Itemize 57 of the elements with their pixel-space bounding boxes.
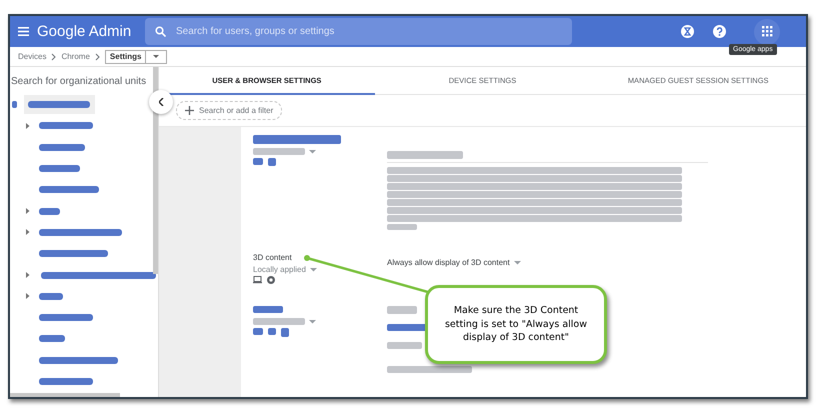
expand-arrow-icon[interactable] [26, 122, 30, 129]
timer-icon[interactable] [681, 25, 694, 38]
callout-note: Make sure the 3D Content setting is set to "Always allow display of 3D content" [425, 285, 607, 364]
setting-status[interactable]: Locally applied [253, 265, 306, 274]
redaction-bar [39, 292, 63, 300]
expand-arrow-icon[interactable] [26, 293, 30, 300]
redaction-bar [39, 165, 80, 172]
add-filter-button[interactable]: Search or add a filter [176, 101, 282, 120]
redaction-bar [253, 318, 305, 325]
redaction-bar [39, 208, 60, 215]
laptop-icon [253, 276, 262, 284]
redaction-bar [387, 224, 417, 230]
plus-icon [185, 106, 194, 115]
redaction-bar [253, 328, 263, 335]
caret-icon [309, 320, 316, 324]
expand-arrow-icon[interactable] [26, 272, 30, 278]
help-icon[interactable] [713, 25, 726, 38]
grid-icon [762, 26, 772, 37]
setting-dropdown[interactable]: Always allow display of 3D content [387, 258, 521, 267]
redaction-bar [253, 158, 263, 165]
redaction-bar [39, 144, 85, 151]
redaction-bar [39, 250, 108, 258]
redaction-bar [39, 314, 93, 322]
chevron-left-icon [158, 98, 164, 106]
redaction-bar [39, 335, 65, 342]
redaction-bar [28, 101, 90, 108]
breadcrumb-dropdown[interactable]: Settings [104, 50, 168, 64]
redaction-bar [387, 324, 427, 331]
expand-arrow-icon[interactable] [26, 208, 30, 214]
setting-name: 3D content [253, 253, 292, 262]
chevron-right-icon [94, 52, 100, 60]
search-field[interactable]: Search for users, groups or settings [145, 18, 572, 45]
breadcrumb-link[interactable]: Devices [18, 52, 46, 61]
redaction-bar [268, 158, 276, 166]
caret-icon [310, 268, 317, 272]
app-logo[interactable]: Google Admin [37, 23, 137, 40]
menu-icon[interactable] [18, 26, 29, 37]
redaction-bar [39, 378, 93, 385]
apps-button[interactable] [754, 18, 780, 44]
redaction-bar [39, 186, 99, 194]
chevron-right-icon [51, 52, 56, 60]
redaction-bar [281, 328, 289, 337]
caret-icon [514, 260, 521, 264]
scrollbar[interactable] [153, 67, 158, 274]
redaction-bar [387, 342, 422, 349]
unit-marker [12, 101, 17, 108]
redaction-bar [253, 148, 305, 155]
redaction-bar [387, 306, 417, 314]
caret-icon [309, 150, 316, 154]
redaction-bar [253, 306, 283, 313]
scrollbar[interactable] [10, 393, 120, 397]
breadcrumb-link[interactable]: Chrome [61, 52, 90, 61]
expand-arrow-icon[interactable] [26, 229, 30, 236]
redaction-bar [268, 328, 276, 335]
search-icon [155, 26, 166, 37]
redaction-bar [39, 122, 93, 130]
caret-icon [153, 55, 160, 58]
